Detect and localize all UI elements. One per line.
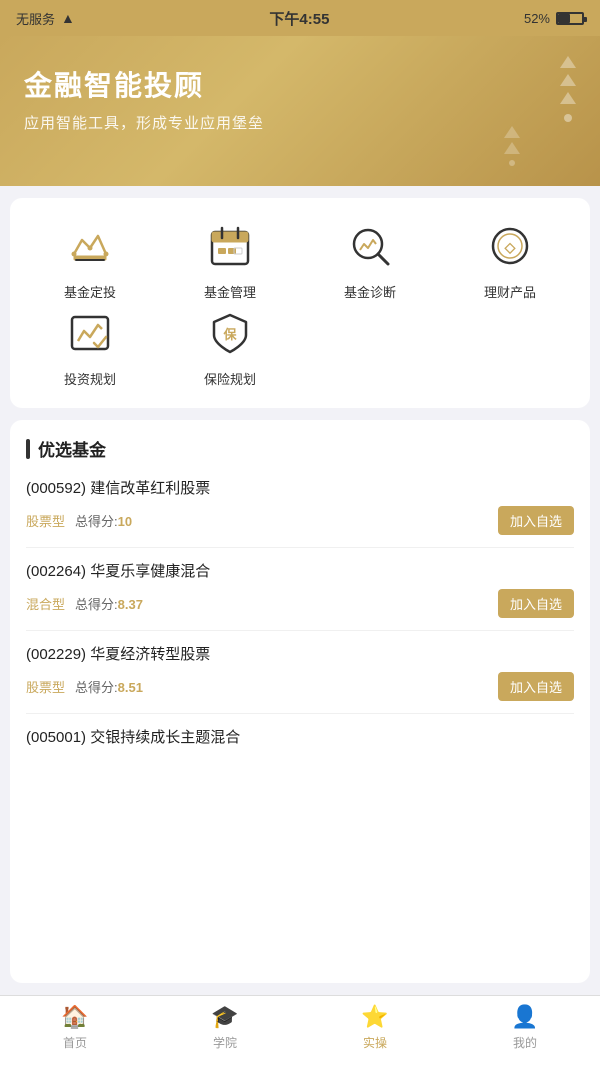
menu-item-financial-product[interactable]: ◇ 理财产品 (440, 218, 580, 301)
fund-meta-2: 股票型 总得分:8.51 加入自选 (26, 672, 574, 701)
hero-title: 金融智能投顾 (24, 64, 576, 104)
fund-type-0: 股票型 (26, 511, 65, 530)
battery-icon (556, 12, 584, 25)
fund-item-0: (000592) 建信改革红利股票 股票型 总得分:10 加入自选 (26, 477, 574, 548)
hero-decoration (560, 56, 576, 126)
shield-icon: 保 (202, 305, 258, 361)
menu-item-fund-manage[interactable]: 基金管理 (160, 218, 300, 301)
menu-label-fund-invest: 基金定投 (64, 282, 116, 301)
home-icon: 🏠 (61, 1004, 88, 1030)
tab-practice[interactable]: ⭐ 实操 (345, 1004, 405, 1051)
battery-label: 52% (524, 11, 550, 26)
mine-icon: 👤 (511, 1004, 538, 1030)
menu-item-fund-invest[interactable]: 基金定投 (20, 218, 160, 301)
menu-grid-row1: 基金定投 基金管理 (20, 218, 580, 301)
menu-label-fund-diagnose: 基金诊断 (344, 282, 396, 301)
add-button-2[interactable]: 加入自选 (498, 672, 574, 701)
section-title: 优选基金 (26, 436, 574, 461)
hero-subtitle: 应用智能工具，形成专业应用堡垒 (24, 112, 576, 133)
calendar-icon (202, 218, 258, 274)
chart-check-icon (62, 305, 118, 361)
fund-score-0: 总得分:10 (75, 511, 132, 530)
tab-home[interactable]: 🏠 首页 (45, 1004, 105, 1051)
menu-item-invest-plan[interactable]: 投资规划 (20, 305, 160, 388)
fund-item-2: (002229) 华夏经济转型股票 股票型 总得分:8.51 加入自选 (26, 643, 574, 714)
tab-bar: 🏠 首页 🎓 学院 ⭐ 实操 👤 我的 (0, 995, 600, 1067)
fund-item-1: (002264) 华夏乐享健康混合 混合型 总得分:8.37 加入自选 (26, 560, 574, 631)
svg-text:保: 保 (222, 327, 237, 342)
fund-name-1: (002264) 华夏乐享健康混合 (26, 560, 574, 581)
fund-score-2: 总得分:8.51 (75, 677, 143, 696)
hero-decoration2 (504, 126, 520, 166)
coin-icon: ◇ (482, 218, 538, 274)
crown-icon (62, 218, 118, 274)
wifi-icon: ▲ (61, 10, 75, 26)
menu-placeholder-4 (440, 305, 580, 388)
status-time: 下午4:55 (269, 8, 329, 29)
menu-label-invest-plan: 投资规划 (64, 369, 116, 388)
tab-home-label: 首页 (63, 1034, 87, 1051)
menu-placeholder-3 (300, 305, 440, 388)
fund-type-2: 股票型 (26, 677, 65, 696)
title-bar-decoration (26, 439, 30, 459)
section-title-text: 优选基金 (38, 436, 106, 461)
menu-item-fund-diagnose[interactable]: 基金诊断 (300, 218, 440, 301)
tab-academy-label: 学院 (213, 1034, 237, 1051)
menu-section: 基金定投 基金管理 (10, 198, 590, 408)
search-chart-icon (342, 218, 398, 274)
add-button-0[interactable]: 加入自选 (498, 506, 574, 535)
svg-text:◇: ◇ (504, 239, 517, 255)
fund-section: 优选基金 (000592) 建信改革红利股票 股票型 总得分:10 加入自选 (… (10, 420, 590, 983)
tab-mine[interactable]: 👤 我的 (495, 1004, 555, 1051)
carrier-label: 无服务 (16, 9, 55, 28)
fund-meta-1: 混合型 总得分:8.37 加入自选 (26, 589, 574, 618)
fund-item-3: (005001) 交银持续成长主题混合 (26, 726, 574, 767)
tab-academy[interactable]: 🎓 学院 (195, 1004, 255, 1051)
practice-icon: ⭐ (361, 1004, 388, 1030)
add-button-1[interactable]: 加入自选 (498, 589, 574, 618)
status-bar: 无服务 ▲ 下午4:55 52% (0, 0, 600, 36)
menu-label-insurance-plan: 保险规划 (204, 369, 256, 388)
menu-label-fund-manage: 基金管理 (204, 282, 256, 301)
fund-name-2: (002229) 华夏经济转型股票 (26, 643, 574, 664)
status-right: 52% (524, 11, 584, 26)
academy-icon: 🎓 (211, 1004, 238, 1030)
fund-type-1: 混合型 (26, 594, 65, 613)
menu-grid-row2: 投资规划 保 保险规划 (20, 305, 580, 388)
tab-mine-label: 我的 (513, 1034, 537, 1051)
status-left: 无服务 ▲ (16, 9, 75, 28)
fund-name-3: (005001) 交银持续成长主题混合 (26, 726, 574, 747)
fund-name-0: (000592) 建信改革红利股票 (26, 477, 574, 498)
hero-banner: 金融智能投顾 应用智能工具，形成专业应用堡垒 (0, 36, 600, 186)
menu-label-financial-product: 理财产品 (484, 282, 536, 301)
menu-item-insurance-plan[interactable]: 保 保险规划 (160, 305, 300, 388)
fund-meta-0: 股票型 总得分:10 加入自选 (26, 506, 574, 535)
fund-score-1: 总得分:8.37 (75, 594, 143, 613)
tab-practice-label: 实操 (363, 1034, 387, 1051)
